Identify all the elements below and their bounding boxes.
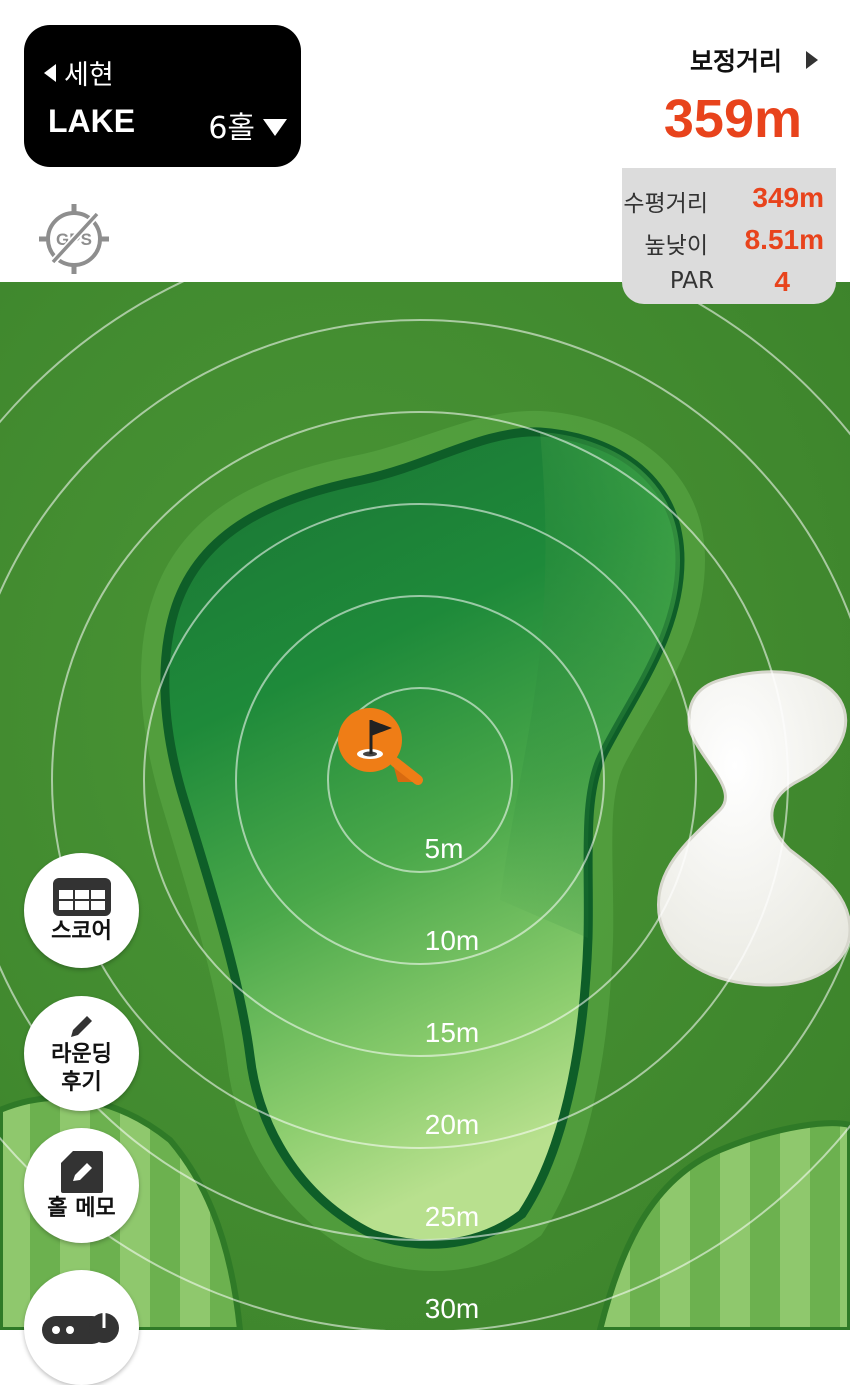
hole-label: 6홀 — [208, 111, 255, 146]
ring-label-30m: 30m — [425, 1293, 479, 1324]
course-selector[interactable]: 세현 LAKE 6홀 — [24, 25, 301, 167]
distance-info-panel: 수평거리 349m 높낮이 8.51m PAR 4 — [622, 168, 836, 304]
hole-memo-label: 홀 메모 — [47, 1195, 116, 1221]
back-arrow-icon — [44, 63, 56, 82]
game-button[interactable] — [24, 1270, 139, 1385]
round-review-label-line1: 라운딩 — [51, 1041, 112, 1067]
course-name: LAKE — [48, 103, 136, 139]
round-review-label-line2: 후기 — [61, 1069, 102, 1095]
elevation-row: 높낮이 8.51m — [622, 218, 836, 259]
back-button[interactable]: 세현 — [44, 53, 114, 92]
scorecard-icon — [52, 877, 111, 916]
horizontal-distance-label: 수평거리 — [623, 191, 708, 217]
elevation-label: 높낮이 — [644, 233, 708, 259]
gps-toggle-icon[interactable]: GPS — [37, 202, 111, 276]
par-label: PAR — [669, 268, 714, 294]
score-button[interactable]: 스코어 — [24, 853, 139, 968]
corrected-distance-label: 보정거리 — [689, 47, 782, 76]
hole-memo-button[interactable]: 홀 메모 — [24, 1128, 139, 1243]
ring-label-25m: 25m — [425, 1201, 479, 1232]
par-row: PAR 4 — [622, 260, 836, 300]
pencil-icon — [70, 1015, 92, 1037]
chevron-right-icon — [806, 51, 818, 69]
ring-label-20m: 20m — [425, 1109, 479, 1140]
gamepad-icon — [41, 1309, 119, 1344]
back-label: 세현 — [64, 60, 114, 91]
horizontal-distance-row: 수평거리 349m — [622, 176, 836, 217]
memo-icon — [60, 1150, 103, 1193]
elevation-value: 8.51m — [744, 224, 824, 255]
corrected-distance-value: 359m — [663, 89, 802, 149]
ring-label-10m: 10m — [425, 925, 479, 956]
par-value: 4 — [774, 266, 790, 297]
score-button-label: 스코어 — [51, 918, 112, 944]
ring-label-5m: 5m — [425, 833, 464, 864]
corrected-distance-toggle[interactable]: 보정거리 — [690, 42, 818, 78]
ring-label-15m: 15m — [425, 1017, 479, 1048]
round-review-button[interactable]: 라운딩 후기 — [24, 996, 139, 1111]
chevron-down-icon — [263, 118, 287, 136]
hole-dropdown[interactable]: 6홀 — [208, 103, 287, 147]
horizontal-distance-value: 349m — [752, 182, 824, 213]
